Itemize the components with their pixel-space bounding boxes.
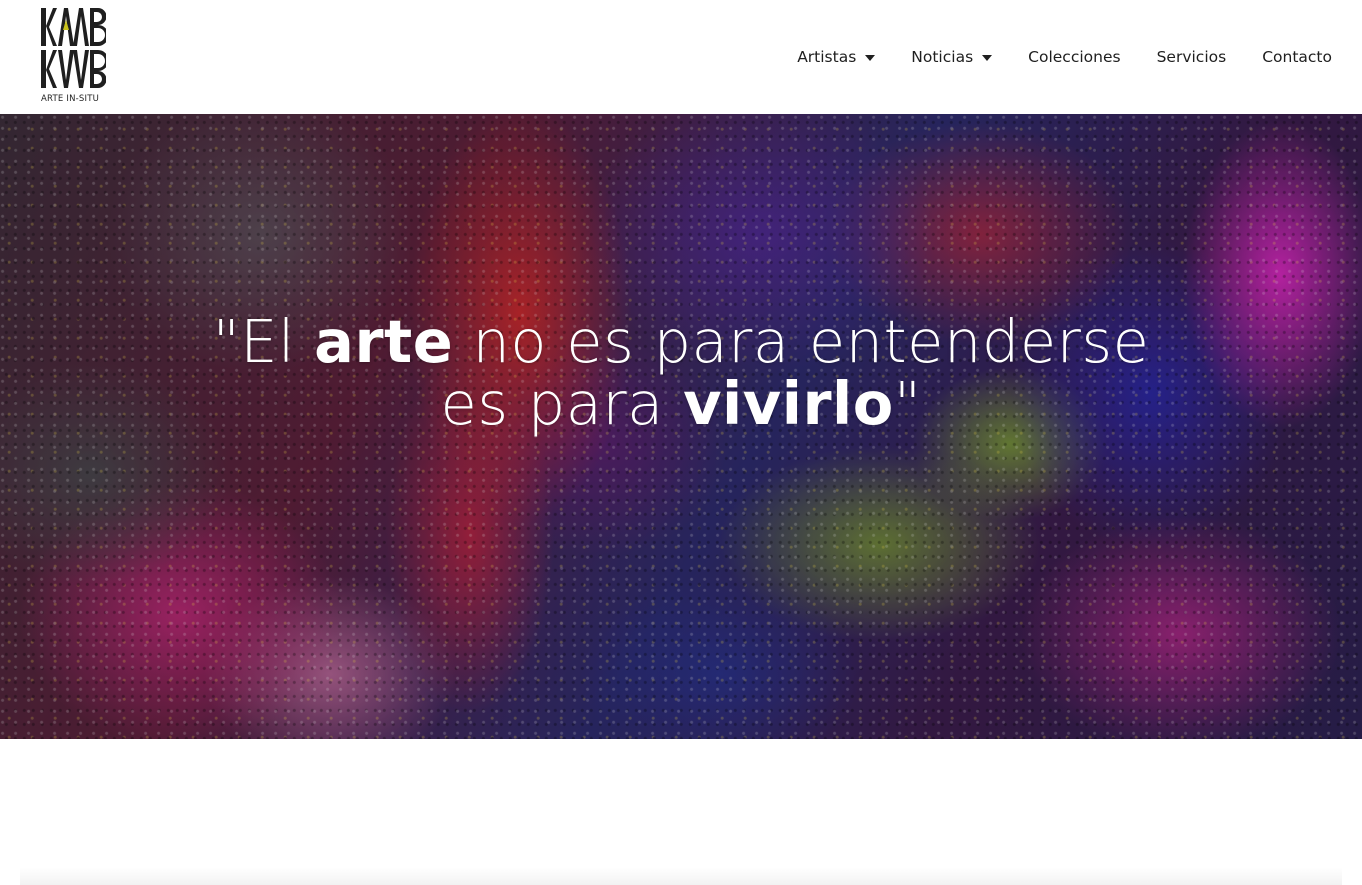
quote-text: no es para entenderse: [453, 307, 1150, 376]
caret-down-icon: [865, 55, 876, 61]
nav-label: Contacto: [1262, 48, 1332, 66]
nav-label: Artistas: [797, 48, 857, 66]
quote-emphasis: vivirlo: [683, 369, 894, 438]
nav-label: Servicios: [1156, 48, 1227, 66]
quote-emphasis: arte: [314, 307, 454, 376]
hero-quote: "El arte no es para entenderse es para v…: [0, 311, 1362, 435]
section-divider-shadow: [20, 867, 1342, 885]
quote-text: "El: [212, 307, 315, 376]
logo-subtitle: ARTE IN-SITU: [41, 94, 100, 104]
kaab-logo[interactable]: ARTE IN-SITU: [40, 6, 106, 106]
nav-label: Colecciones: [1028, 48, 1121, 66]
nav-item-colecciones[interactable]: Colecciones: [1028, 48, 1120, 66]
nav-item-artistas[interactable]: Artistas: [797, 48, 876, 66]
content-section: [0, 739, 1362, 885]
kaab-logo-mark: [41, 8, 106, 88]
nav-item-contacto[interactable]: Contacto: [1262, 48, 1332, 66]
caret-down-icon: [982, 55, 993, 61]
hero-banner: "El arte no es para entenderse es para v…: [0, 114, 1362, 739]
nav-label: Noticias: [911, 48, 974, 66]
quote-text: ": [893, 369, 922, 438]
quote-line-1: "El arte no es para entenderse: [0, 311, 1362, 373]
main-nav: Artistas Noticias Colecciones Servicios …: [797, 44, 1332, 70]
nav-item-servicios[interactable]: Servicios: [1157, 48, 1227, 66]
quote-line-2: es para vivirlo": [0, 373, 1362, 435]
quote-text: es para: [440, 369, 684, 438]
nav-item-noticias[interactable]: Noticias: [911, 48, 993, 66]
site-header: ARTE IN-SITU Artistas Noticias Coleccion…: [0, 0, 1362, 114]
